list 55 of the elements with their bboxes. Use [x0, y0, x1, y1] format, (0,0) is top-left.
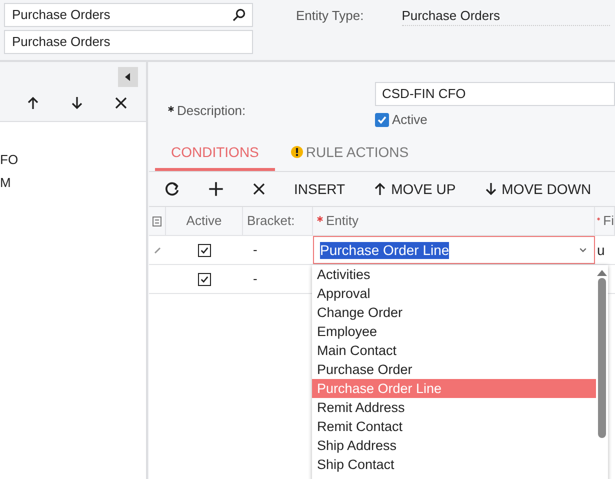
- move-down-button[interactable]: [70, 96, 84, 110]
- arrow-up-icon: [373, 182, 388, 196]
- description-field[interactable]: CSD-FIN CFO: [375, 82, 615, 106]
- column-header: Fi: [595, 207, 615, 235]
- required-icon: [168, 106, 174, 112]
- close-icon: [252, 182, 266, 196]
- required-icon: [317, 216, 323, 222]
- close-icon: [114, 96, 128, 110]
- column-header: Active: [166, 207, 243, 235]
- dropdown-item[interactable]: Remit Contact: [312, 417, 596, 436]
- dropdown-item[interactable]: Activities: [312, 265, 596, 284]
- description-label: Description:: [168, 86, 375, 136]
- dropdown-item[interactable]: Employee: [312, 322, 596, 341]
- dropdown-item[interactable]: Approval: [312, 284, 596, 303]
- delete-button[interactable]: [114, 96, 128, 110]
- collapse-button[interactable]: [118, 67, 138, 87]
- entity-type-value: Purchase Orders: [402, 6, 610, 26]
- caret-left-icon: [125, 73, 131, 81]
- arrow-up-icon: [26, 96, 40, 110]
- list-item[interactable]: FO: [0, 150, 146, 168]
- checkbox[interactable]: [198, 272, 211, 286]
- column-header: Bracket:: [243, 207, 313, 235]
- move-up-button[interactable]: MOVE UP: [365, 174, 464, 204]
- arrow-down-icon: [484, 182, 498, 196]
- search-field[interactable]: Purchase Orders: [4, 3, 253, 27]
- table-cell-text: -: [252, 270, 258, 288]
- search-icon: [232, 8, 246, 22]
- table-cell-text: u: [596, 240, 605, 260]
- move-up-button[interactable]: [26, 96, 40, 110]
- dropdown-item[interactable]: Ship Contact: [312, 455, 596, 474]
- dropdown-item[interactable]: Remit Address: [312, 398, 596, 417]
- scroll-up-icon: [597, 269, 607, 276]
- dropdown-item[interactable]: Purchase Order: [312, 360, 596, 379]
- table-cell-text: -: [252, 241, 258, 260]
- insert-button[interactable]: INSERT: [286, 174, 354, 204]
- tab[interactable]: RULE ACTIONS: [274, 136, 425, 171]
- active-label: Active: [392, 111, 428, 129]
- arrow-down-icon: [70, 96, 84, 110]
- pencil-icon: [154, 246, 161, 254]
- dropdown-item[interactable]: Change Order: [312, 303, 596, 322]
- active-checkbox[interactable]: [375, 112, 389, 127]
- warning-icon: [290, 146, 303, 158]
- required-icon: [597, 216, 600, 222]
- name-field[interactable]: Purchase Orders: [4, 30, 253, 54]
- entity-select[interactable]: Purchase Order Line: [313, 236, 595, 264]
- dropdown-item[interactable]: Ship Address: [312, 436, 596, 455]
- column-header: Entity: [313, 207, 595, 235]
- list-item[interactable]: M: [0, 173, 146, 191]
- column-settings-icon: [152, 216, 162, 226]
- entity-type-label: Entity Type:: [296, 7, 364, 25]
- checkbox[interactable]: [198, 244, 211, 256]
- dropdown-item[interactable]: Main Contact: [312, 341, 596, 360]
- refresh-icon: [164, 181, 180, 197]
- move-down-button[interactable]: MOVE DOWN: [476, 174, 600, 204]
- plus-icon: [208, 181, 224, 197]
